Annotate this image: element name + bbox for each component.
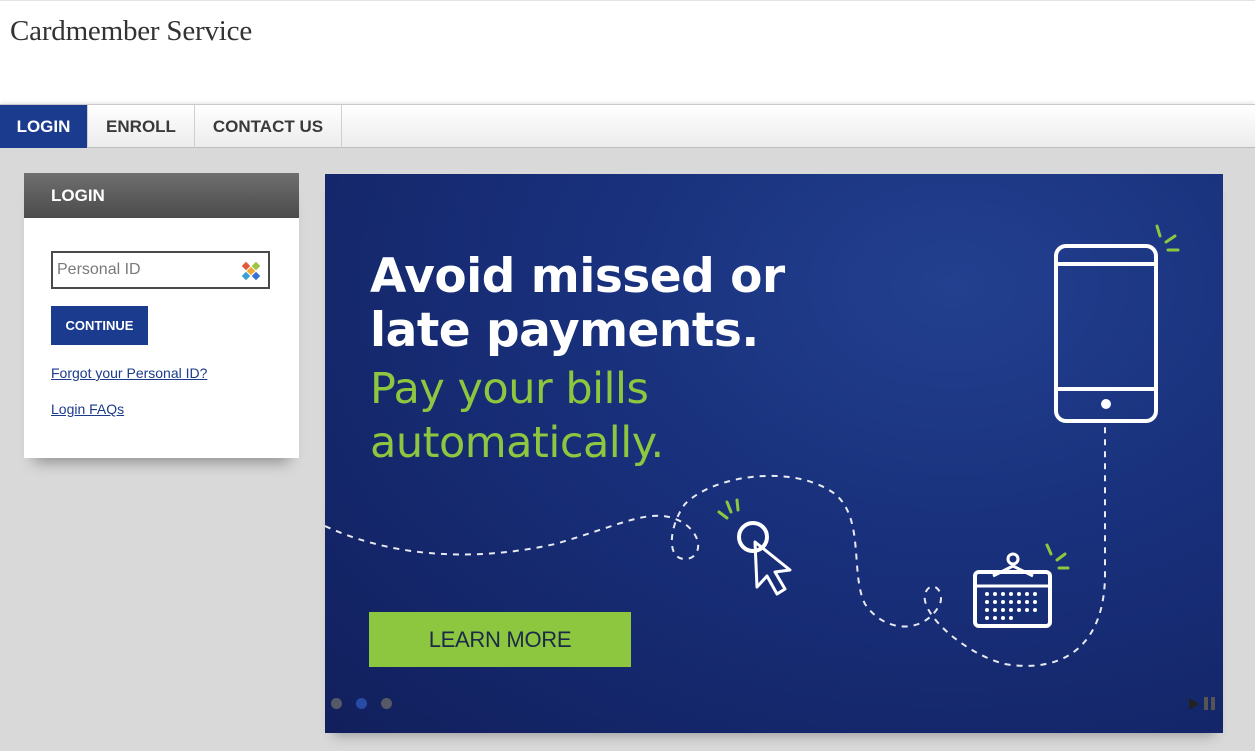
promo-banner: Avoid missed or late payments. Pay your … bbox=[325, 174, 1223, 733]
login-panel: LOGIN CONTINUE Forgot your Personal ID? … bbox=[24, 173, 299, 458]
continue-button[interactable]: CONTINUE bbox=[51, 306, 148, 345]
carousel-dot-1[interactable] bbox=[331, 698, 342, 709]
login-panel-title: LOGIN bbox=[24, 173, 299, 218]
subline-line-2: automatically. bbox=[370, 418, 664, 468]
calendar-icon bbox=[973, 543, 1070, 628]
main-nav: LOGIN ENROLL CONTACT US bbox=[0, 104, 1255, 148]
site-header: Cardmember Service bbox=[0, 0, 1255, 104]
phone-icon bbox=[1054, 244, 1158, 423]
banner-headline: Avoid missed or late payments. bbox=[370, 250, 785, 358]
learn-more-button[interactable]: LEARN MORE bbox=[369, 612, 631, 667]
password-manager-icon[interactable] bbox=[240, 260, 262, 282]
tab-enroll[interactable]: ENROLL bbox=[88, 105, 195, 148]
personal-id-input[interactable] bbox=[53, 253, 233, 287]
subline-line-1: Pay your bills bbox=[370, 364, 649, 414]
login-faqs-link[interactable]: Login FAQs bbox=[51, 401, 124, 417]
play-icon[interactable] bbox=[1189, 698, 1199, 710]
brand-logo[interactable]: Cardmember Service bbox=[10, 15, 252, 48]
forgot-personal-id-link[interactable]: Forgot your Personal ID? bbox=[51, 365, 207, 381]
headline-line-2: late payments. bbox=[370, 303, 759, 358]
personal-id-field[interactable] bbox=[51, 251, 270, 289]
tab-contact-us[interactable]: CONTACT US bbox=[195, 105, 342, 148]
carousel-dot-3[interactable] bbox=[381, 698, 392, 709]
headline-line-1: Avoid missed or bbox=[370, 249, 785, 304]
cursor-click-icon bbox=[717, 498, 792, 596]
pause-icon[interactable] bbox=[1204, 697, 1216, 710]
banner-subline: Pay your bills automatically. bbox=[370, 362, 664, 470]
tab-login[interactable]: LOGIN bbox=[0, 105, 88, 148]
carousel-dot-2[interactable] bbox=[356, 698, 367, 709]
